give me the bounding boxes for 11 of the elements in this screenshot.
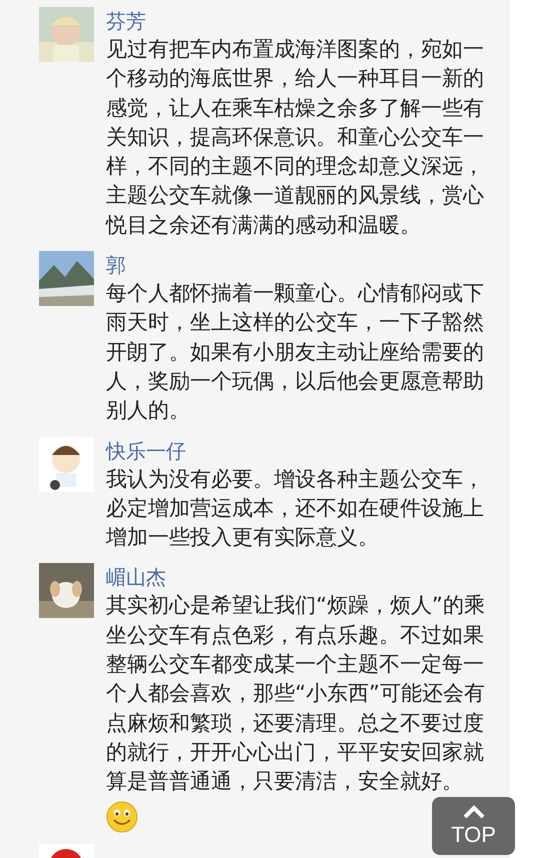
- comment-text: 每个人都怀揣着一颗童心。心情郁闷或下雨天时，坐上这样的公交车，一下子豁然开朗了。如果有小朋友主动让座给需要的人，奖励一个玩偶，以后他会更愿意帮助别人的。: [106, 280, 485, 424]
- user-name[interactable]: 芬芳: [106, 7, 506, 35]
- comment-text: 其实初心是希望让我们“烦躁，烦人”的乘坐公交车有点色彩，有点乐趣。不过如果整辆公交车都变成某一个主题不一定每一个人都会喜欢，那些“小东西”可能还会有点麻烦和繁琐，还要清理。总之不要过度的就行，开开心心出门，平平安安回家就算是普普通通，只要清洁，安全就好。: [106, 592, 486, 796]
- chevron-up-icon: [462, 804, 486, 818]
- smiley-icon: [106, 800, 138, 833]
- back-to-top-button[interactable]: TOP: [432, 797, 515, 855]
- user-name[interactable]: 郭: [106, 251, 506, 280]
- comment-text: 我认为没有必要。增设各种主题公交车，必定增加营运成本，还不如在硬件设施上增加一些投入更有实际意义。: [106, 466, 485, 552]
- user-name[interactable]: 快乐一仔: [106, 436, 506, 465]
- comment-text: 见过有把车内布置成海洋图案的，宛如一个移动的海底世界，给人一种耳目一新的感觉，让人在乘车枯燥之余多了解一些有关知识，提高环保意识。和童心公交车一样，不同的主题不同的理念却意义深远，主题公交车就像一道靓丽的风景线，赏心悦目之余还有满满的感动和温暖。: [106, 36, 485, 239]
- user-name[interactable]: 嵋山杰: [106, 563, 506, 592]
